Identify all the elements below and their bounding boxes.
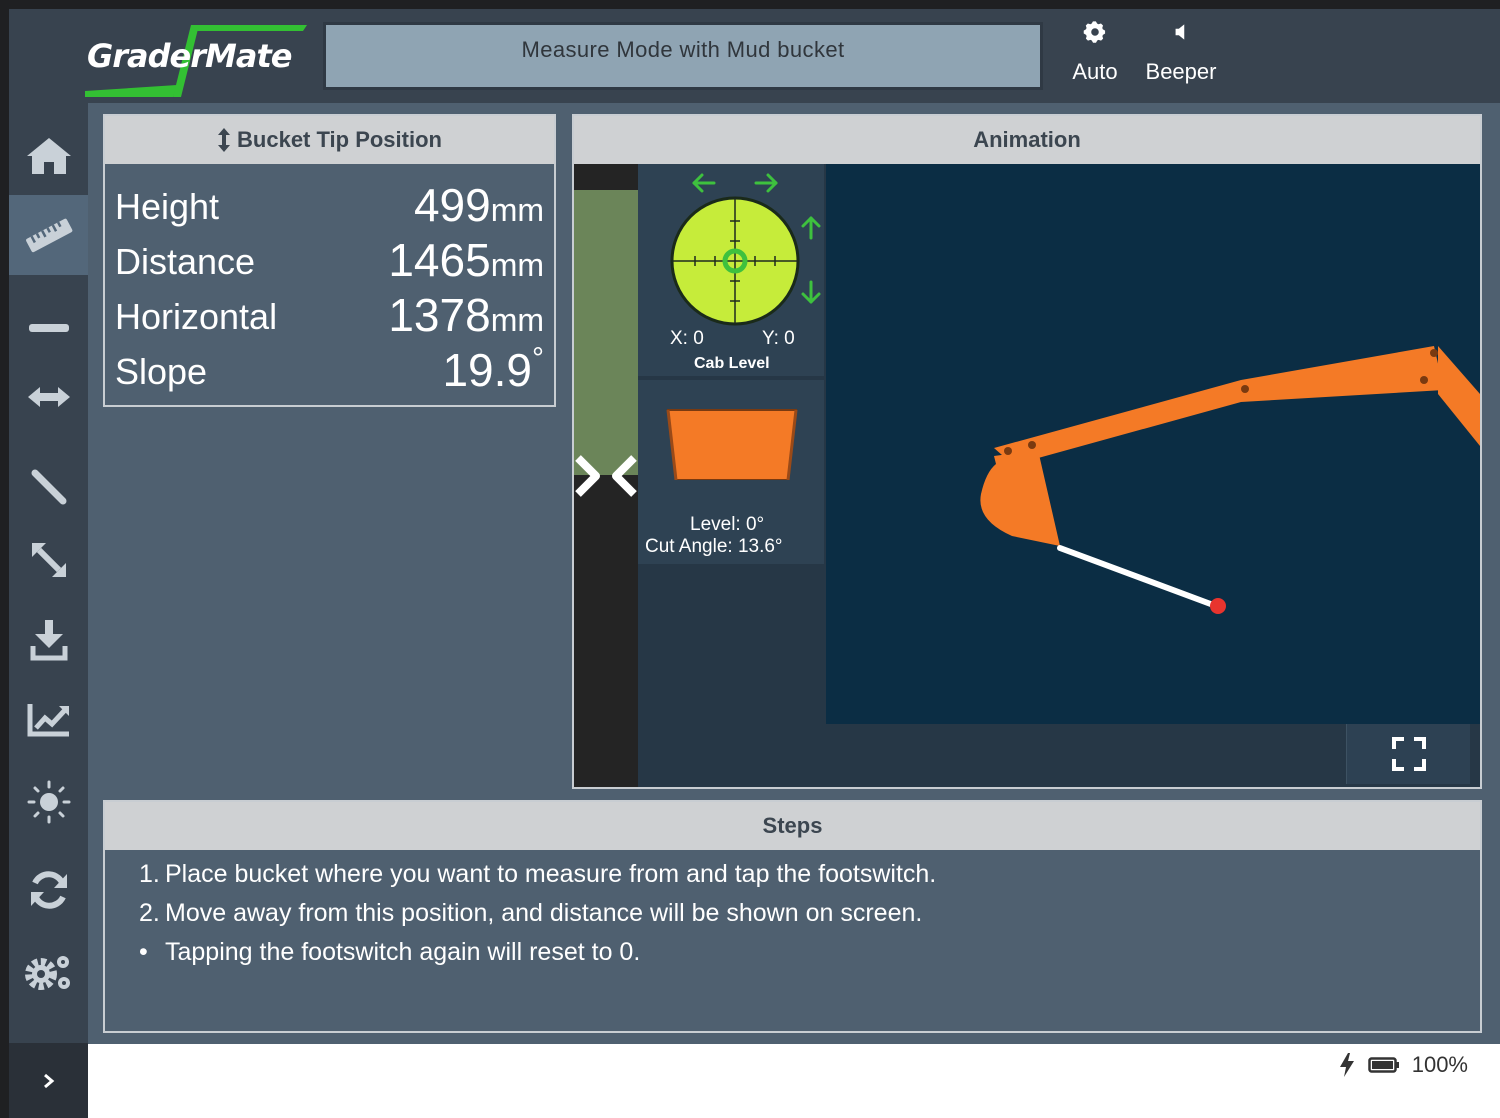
- measure-value: 499mm: [413, 179, 544, 231]
- beeper-label: Beeper: [1145, 59, 1217, 84]
- gear-icon: [1083, 21, 1106, 43]
- home-icon: [26, 138, 71, 174]
- on-grade-marker-icon: [574, 454, 638, 498]
- battery-icon: [1367, 1057, 1399, 1073]
- sidebar-item-brightness[interactable]: [9, 763, 88, 841]
- step-item: 2. Move away from this position, and dist…: [139, 899, 923, 927]
- sidebar-item-chart[interactable]: [9, 681, 88, 759]
- excavator-arm-icon: [980, 346, 1480, 614]
- measure-label: Distance: [115, 241, 256, 282]
- animation-header: Animation: [574, 116, 1480, 164]
- auto-button[interactable]: Auto: [1065, 19, 1125, 99]
- fullscreen-button[interactable]: [1346, 724, 1470, 784]
- ruler-icon: [25, 218, 72, 253]
- animation-body: X: 0 Y: 0 Cab Level Level: 0° Cut Angle:…: [574, 164, 1480, 787]
- measure-label: Horizontal: [115, 296, 278, 337]
- diagonal-arrows-icon: [31, 543, 66, 577]
- grade-level-fill: [574, 190, 638, 475]
- measure-value: 19.9°: [442, 342, 544, 396]
- animation-panel: Animation X: 0 Y: 0 Cab Level Level: 0° …: [572, 114, 1482, 789]
- speaker-icon: [1175, 24, 1185, 40]
- sidebar-item-level[interactable]: [9, 289, 88, 367]
- charging-bolt-icon: [1339, 1053, 1354, 1077]
- sidebar-item-download[interactable]: [9, 601, 88, 679]
- logo-text: GraderMate: [87, 37, 292, 75]
- cab-level-indicator: X: 0 Y: 0 Cab Level: [638, 164, 824, 376]
- mode-title: Measure Mode with Mud bucket: [521, 37, 845, 62]
- header-bar: GraderMate Measure Mode with Mud bucket …: [9, 9, 1500, 103]
- measure-row-slope: Slope 19.9°: [115, 342, 544, 401]
- minus-icon: [28, 324, 69, 332]
- auto-label: Auto: [1072, 59, 1118, 84]
- bucket-tip-panel: Bucket Tip Position Height 499mm Distanc…: [103, 114, 556, 407]
- measure-value: 1378mm: [388, 289, 544, 341]
- measure-value: 1465mm: [388, 234, 544, 286]
- sidebar-item-diagonal[interactable]: [9, 521, 88, 599]
- sidebar-item-horizontal[interactable]: [9, 358, 88, 436]
- window-frame-left: [0, 0, 9, 1118]
- chevron-right-icon: [43, 1073, 54, 1088]
- steps-body: 1. Place bucket where you want to measure…: [105, 850, 1480, 1031]
- bucket-cut-angle-value: Cut Angle: 13.6°: [645, 536, 783, 557]
- steps-title: Steps: [762, 813, 823, 838]
- cab-level-label: Cab Level: [694, 355, 770, 372]
- step-item: • Tapping the footswitch again will reset…: [139, 938, 641, 966]
- sidebar-item-measure[interactable]: [9, 195, 88, 275]
- battery-percent: 100%: [1411, 1052, 1468, 1077]
- cab-y-value: Y: 0: [762, 328, 795, 349]
- download-icon: [30, 620, 67, 661]
- measure-row-height: Height 499mm: [115, 179, 544, 236]
- fullscreen-icon: [1391, 737, 1426, 771]
- sidebar-item-sync[interactable]: [9, 851, 88, 929]
- sun-icon: [27, 780, 70, 824]
- sidebar-nav: [9, 103, 88, 1118]
- steps-header: Steps: [105, 802, 1480, 850]
- bucket-icon: [666, 409, 798, 480]
- status-bar: 100%: [88, 1044, 1500, 1118]
- sidebar-item-settings[interactable]: [9, 933, 88, 1011]
- excavator-scene: [826, 164, 1480, 724]
- trend-chart-icon: [27, 704, 69, 737]
- bucket-level-indicator: Level: 0° Cut Angle: 13.6°: [638, 380, 824, 564]
- steps-panel: Steps 1. Place bucket where you want to m…: [103, 800, 1482, 1033]
- window-frame-top: [0, 0, 1500, 9]
- mode-title-banner: Measure Mode with Mud bucket: [323, 22, 1043, 90]
- horizontal-arrows-icon: [27, 387, 70, 407]
- gears-icon: [24, 956, 70, 990]
- battery-status: 100%: [1338, 1052, 1468, 1078]
- grade-level-bar: [574, 164, 638, 787]
- sidebar-item-slope[interactable]: [9, 448, 88, 526]
- gradermate-logo: GraderMate: [85, 23, 317, 99]
- bucket-tip-header: Bucket Tip Position: [105, 116, 554, 164]
- app-window: GraderMate Measure Mode with Mud bucket …: [9, 9, 1500, 1118]
- measure-label: Height: [115, 186, 220, 227]
- vertical-arrows-icon: [218, 128, 231, 152]
- animation-title: Animation: [973, 127, 1081, 152]
- sync-icon: [30, 871, 67, 909]
- bubble-level-icon: [670, 173, 821, 326]
- measure-label: Slope: [115, 351, 208, 392]
- slope-line-icon: [31, 469, 66, 505]
- sidebar-expand-button[interactable]: [9, 1043, 88, 1118]
- cab-x-value: X: 0: [670, 328, 704, 349]
- bucket-tip-body: Height 499mm Distance 1465mm Horizontal …: [105, 164, 554, 405]
- measure-row-horizontal: Horizontal 1378mm: [115, 289, 544, 346]
- bucket-tip-title: Bucket Tip Position: [237, 127, 442, 152]
- step-item: 1. Place bucket where you want to measure…: [139, 860, 937, 888]
- bucket-level-value: Level: 0°: [690, 514, 765, 535]
- beeper-button[interactable]: Beeper: [1139, 19, 1223, 99]
- measure-row-distance: Distance 1465mm: [115, 234, 544, 291]
- sidebar-item-home[interactable]: [9, 117, 88, 195]
